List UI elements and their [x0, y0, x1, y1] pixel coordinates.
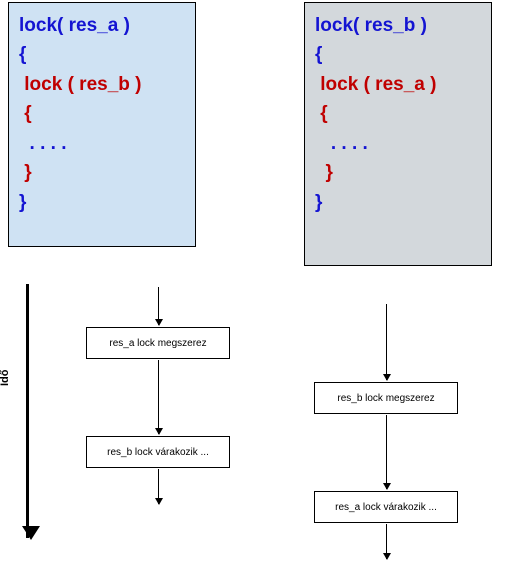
code-line: }: [19, 158, 185, 187]
flow-step-b-wait: res_a lock várakozik ...: [314, 491, 458, 523]
code-line: {: [19, 40, 185, 69]
code-line: lock( res_b ): [315, 11, 481, 40]
flow-step-a-acquire: res_a lock megszerez: [86, 327, 230, 359]
arrow-down-icon: [158, 287, 159, 325]
flow-label: res_a lock várakozik ...: [335, 502, 437, 513]
code-line: }: [19, 188, 185, 217]
arrow-down-icon: [386, 304, 387, 380]
time-axis-arrow: [26, 284, 29, 538]
flow-step-a-wait: res_b lock várakozik ...: [86, 436, 230, 468]
code-line: lock ( res_a ): [315, 70, 481, 99]
arrow-down-icon: [386, 415, 387, 489]
flow-label: res_b lock várakozik ...: [107, 447, 209, 458]
flow-step-b-acquire: res_b lock megszerez: [314, 382, 458, 414]
code-line: lock ( res_b ): [19, 70, 185, 99]
arrow-down-icon: [386, 524, 387, 559]
arrow-down-icon: [158, 469, 159, 504]
flow-label: res_a lock megszerez: [109, 338, 206, 349]
code-line: . . . .: [19, 129, 185, 158]
code-line: }: [315, 188, 481, 217]
arrow-down-icon: [158, 360, 159, 434]
code-block-thread-a: lock( res_a ) { lock ( res_b ) { . . . .…: [8, 2, 196, 247]
code-line: . . . .: [315, 129, 481, 158]
flow-label: res_b lock megszerez: [337, 393, 434, 404]
code-line: {: [19, 99, 185, 128]
code-line: lock( res_a ): [19, 11, 185, 40]
code-line: }: [315, 158, 481, 187]
code-block-thread-b: lock( res_b ) { lock ( res_a ) { . . . .…: [304, 2, 492, 266]
code-line: {: [315, 99, 481, 128]
code-line: {: [315, 40, 481, 69]
time-axis-label: Idő: [0, 370, 11, 387]
